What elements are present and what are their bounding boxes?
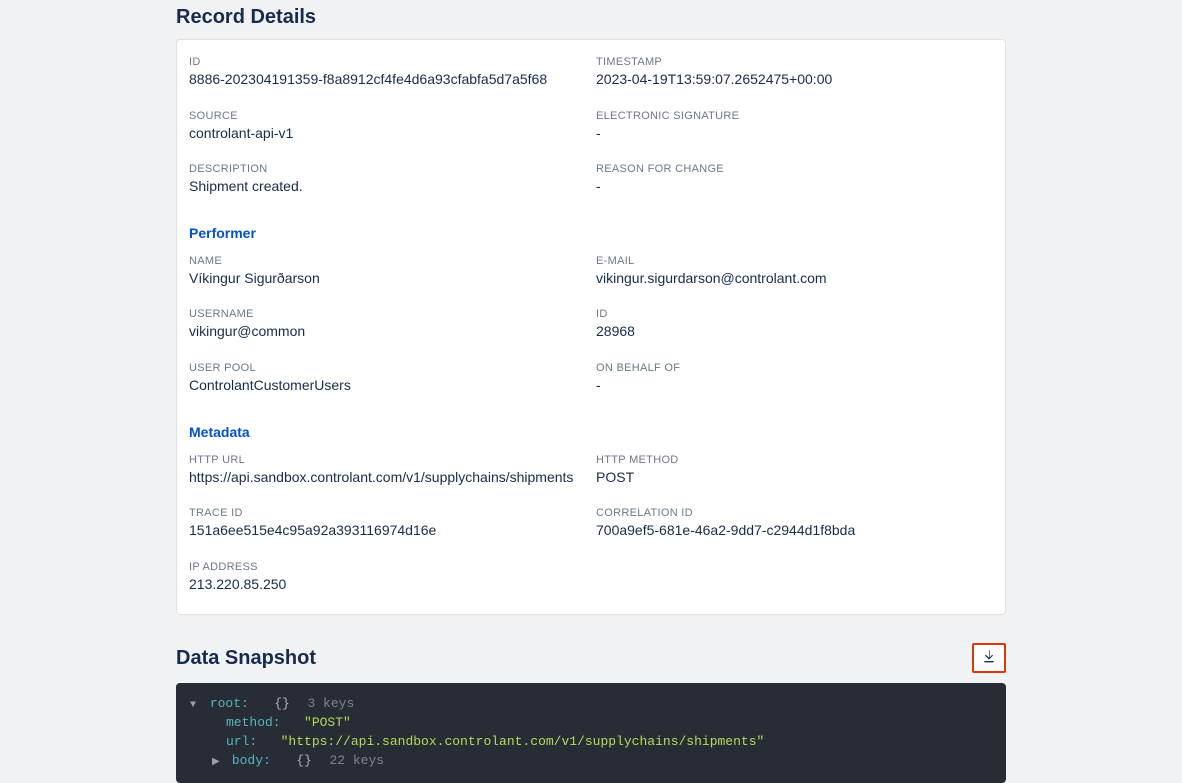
brace-icon: {} (274, 696, 290, 711)
metadata-subsection-title: Metadata (189, 424, 993, 440)
ip-label: IP ADDRESS (189, 561, 586, 573)
brace-icon: {} (296, 753, 312, 768)
esig-label: ELECTRONIC SIGNATURE (596, 110, 993, 122)
expand-toggle-body[interactable] (212, 756, 224, 771)
field-httpurl: HTTP URL https://api.sandbox.controlant.… (189, 454, 586, 488)
download-icon (981, 649, 997, 668)
httpmethod-value: POST (596, 468, 993, 488)
email-value: vikingur.sigurdarson@controlant.com (596, 269, 993, 289)
record-details-title: Record Details (176, 6, 1006, 29)
data-snapshot-title: Data Snapshot (176, 647, 316, 670)
id-value: 8886-202304191359-f8a8912cf4fe4d6a93cfab… (189, 70, 586, 90)
email-label: E-MAIL (596, 255, 993, 267)
json-key-url: url: (226, 734, 257, 749)
json-viewer: root: {} 3 keys method: "POST" url: "htt… (176, 683, 1006, 782)
record-details-card: ID 8886-202304191359-f8a8912cf4fe4d6a93c… (176, 39, 1006, 615)
esig-value: - (596, 124, 993, 144)
source-label: SOURCE (189, 110, 586, 122)
corrid-label: CORRELATION ID (596, 507, 993, 519)
onbehalf-label: ON BEHALF OF (596, 362, 993, 374)
field-ip: IP ADDRESS 213.220.85.250 (189, 561, 586, 595)
field-onbehalf: ON BEHALF OF - (596, 362, 993, 396)
performer-subsection-title: Performer (189, 225, 993, 241)
httpmethod-label: HTTP METHOD (596, 454, 993, 466)
httpurl-label: HTTP URL (189, 454, 586, 466)
field-source: SOURCE controlant-api-v1 (189, 110, 586, 144)
name-label: NAME (189, 255, 586, 267)
timestamp-label: TIMESTAMP (596, 56, 993, 68)
ip-value: 213.220.85.250 (189, 575, 586, 595)
json-key-method: method: (226, 715, 281, 730)
json-meta-root: 3 keys (307, 696, 354, 711)
httpurl-value: https://api.sandbox.controlant.com/v1/su… (189, 468, 586, 488)
field-httpmethod: HTTP METHOD POST (596, 454, 993, 488)
corrid-value: 700a9ef5-681e-46a2-9dd7-c2944d1f8bda (596, 521, 993, 541)
field-username: USERNAME vikingur@common (189, 308, 586, 342)
field-timestamp: TIMESTAMP 2023-04-19T13:59:07.2652475+00… (596, 56, 993, 90)
reason-value: - (596, 177, 993, 197)
field-traceid: TRACE ID 151a6ee515e4c95a92a393116974d16… (189, 507, 586, 541)
userpool-value: ControlantCustomerUsers (189, 376, 586, 396)
reason-label: REASON FOR CHANGE (596, 163, 993, 175)
field-description: DESCRIPTION Shipment created. (189, 163, 586, 197)
json-key-root: root: (210, 696, 249, 711)
download-button[interactable] (972, 643, 1006, 673)
performer-id-label: ID (596, 308, 993, 320)
field-userpool: USER POOL ControlantCustomerUsers (189, 362, 586, 396)
field-performer-id: ID 28968 (596, 308, 993, 342)
expand-toggle-root[interactable] (190, 699, 202, 714)
field-corrid: CORRELATION ID 700a9ef5-681e-46a2-9dd7-c… (596, 507, 993, 541)
traceid-value: 151a6ee515e4c95a92a393116974d16e (189, 521, 586, 541)
username-label: USERNAME (189, 308, 586, 320)
field-reason: REASON FOR CHANGE - (596, 163, 993, 197)
field-name: NAME Víkingur Sigurðarson (189, 255, 586, 289)
id-label: ID (189, 56, 586, 68)
field-esig: ELECTRONIC SIGNATURE - (596, 110, 993, 144)
json-val-method: "POST" (304, 715, 351, 730)
json-val-url: "https://api.sandbox.controlant.com/v1/s… (281, 734, 765, 749)
desc-value: Shipment created. (189, 177, 586, 197)
field-id: ID 8886-202304191359-f8a8912cf4fe4d6a93c… (189, 56, 586, 90)
json-meta-body: 22 keys (329, 753, 384, 768)
userpool-label: USER POOL (189, 362, 586, 374)
source-value: controlant-api-v1 (189, 124, 586, 144)
onbehalf-value: - (596, 376, 993, 396)
username-value: vikingur@common (189, 322, 586, 342)
name-value: Víkingur Sigurðarson (189, 269, 586, 289)
json-key-body: body: (232, 753, 271, 768)
field-email: E-MAIL vikingur.sigurdarson@controlant.c… (596, 255, 993, 289)
performer-id-value: 28968 (596, 322, 993, 342)
timestamp-value: 2023-04-19T13:59:07.2652475+00:00 (596, 70, 993, 90)
desc-label: DESCRIPTION (189, 163, 586, 175)
traceid-label: TRACE ID (189, 507, 586, 519)
